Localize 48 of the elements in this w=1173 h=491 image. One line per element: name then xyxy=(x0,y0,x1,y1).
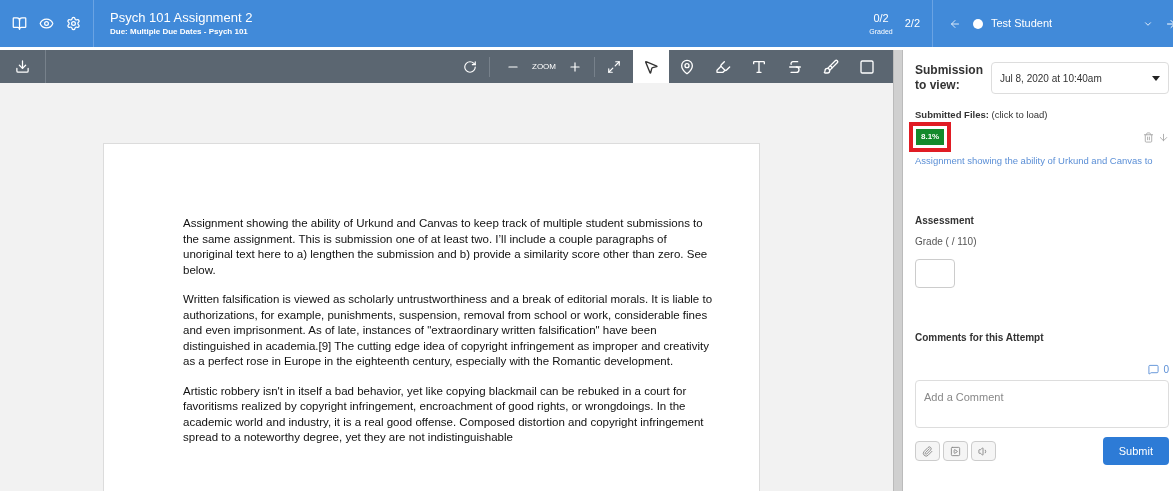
attach-button[interactable] xyxy=(943,441,968,462)
highlighter-icon xyxy=(715,58,731,75)
paperclip-icon xyxy=(922,445,933,457)
comment-count: 0 xyxy=(1163,363,1169,378)
attach-button[interactable] xyxy=(915,441,940,462)
assessment-title: Assessment xyxy=(915,214,975,229)
student-name[interactable]: Test Student xyxy=(991,15,1053,32)
pointer-icon xyxy=(643,58,659,75)
student-avatar xyxy=(973,18,983,29)
document-paragraph: Assignment showing the ability of Urkund and Canvas to keep track of multiple student submissions to the same assignment. This is submission one of at least two. I’ll include a couple paragraphs of unoriginal text here to a) lengthen the submission and b) provide a similarity score other than zero. See below. xyxy=(183,216,709,278)
submission-select[interactable]: Jul 8, 2020 at 10:40am xyxy=(991,62,1169,94)
zoom-in-icon[interactable] xyxy=(568,59,582,74)
annotation-tool-button[interactable] xyxy=(633,50,669,83)
files-hint: (click to load) xyxy=(991,109,1048,120)
next-student-icon[interactable] xyxy=(1165,17,1173,30)
document-paragraph: Written falsification is viewed as scholarly untrustworthiness and a break of editorial morals. It is liable to authorizations, for example, punishments, suspension, removal from school or work, considerable fines and even imprisonment. As of late, instances of "extraordinary written falsification" have been distinguished in academia.[9] The cutting edge idea of copyright infringement as improper and creativity as a perfect rose in Europe in the eighteenth century, especially with the Romantic development. xyxy=(183,292,714,369)
settings-icon[interactable] xyxy=(66,16,81,31)
submit-button[interactable]: Submit xyxy=(1102,437,1169,466)
strikethrough-icon xyxy=(787,58,803,75)
comments-title: Comments for this Attempt xyxy=(915,331,1045,346)
graded-count: 0/2 xyxy=(873,10,889,26)
trash-icon[interactable] xyxy=(1143,131,1154,143)
assignment-title: Psych 101 Assignment 2 xyxy=(110,9,253,26)
grade-label: Grade ( / 110) xyxy=(915,235,978,250)
speaker-icon xyxy=(978,445,989,457)
caret-icon xyxy=(1152,75,1160,81)
comment-field[interactable]: Add a Comment xyxy=(915,380,1169,429)
media-icon xyxy=(950,445,961,457)
submitted-file-link[interactable]: Assignment showing the ability of Urkund and Canvas to xyxy=(915,154,1169,168)
rotate-icon[interactable] xyxy=(463,59,477,74)
document-paragraph: Artistic robbery isn't in itself a bad behavior, yet like copying blackmail can be rebuked in a court for favoritisms realized by copyright infringement, encroachment of good rights, or wrongdoings. In the academic world and industry, it is a real good offense. Composed distortion and copyright infringement spread to a noteworthy degree, yet they are not indistinguishable xyxy=(183,383,705,445)
assignment-subtitle: Due: Multiple Due Dates - Psych 101 xyxy=(110,25,249,38)
square-icon xyxy=(859,58,875,75)
download-icon[interactable] xyxy=(15,59,30,74)
fullscreen-icon[interactable] xyxy=(607,59,621,74)
eye-icon[interactable] xyxy=(39,16,54,31)
similarity-score-badge[interactable]: 8.1% xyxy=(916,129,945,146)
submission-position: 2/2 xyxy=(904,16,921,32)
attach-button[interactable] xyxy=(971,441,996,462)
grade-input[interactable] xyxy=(915,259,955,289)
notebook-icon[interactable] xyxy=(12,16,27,31)
brush-icon xyxy=(823,58,839,75)
previous-student-icon[interactable] xyxy=(949,17,961,30)
text-tool-icon xyxy=(751,58,767,75)
zoom-label: ZOOM xyxy=(532,60,556,73)
files-label: Submitted Files: xyxy=(915,109,989,120)
comment-icon xyxy=(1148,364,1160,376)
pin-icon xyxy=(679,58,695,75)
